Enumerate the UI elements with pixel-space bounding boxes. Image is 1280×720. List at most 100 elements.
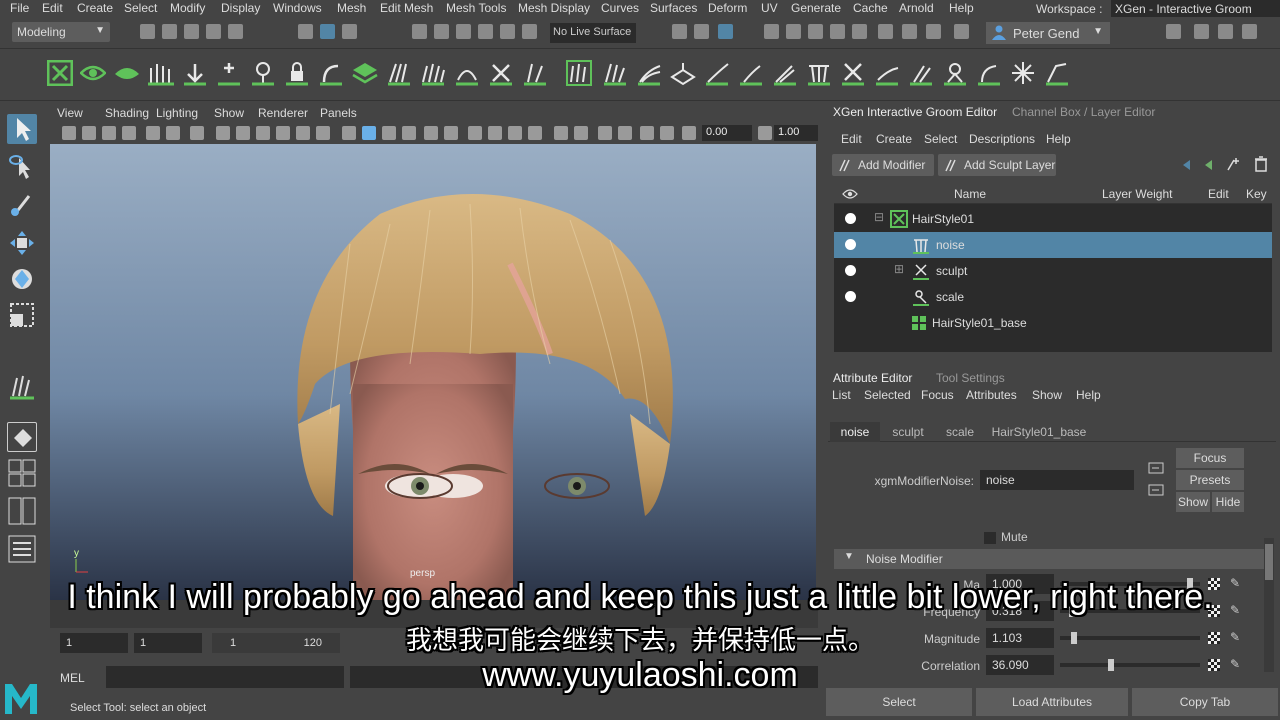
move-up-icon[interactable] — [1182, 158, 1196, 172]
safe-action-icon[interactable] — [296, 126, 310, 140]
menu-edit[interactable]: Edit — [42, 1, 63, 15]
new-scene-icon[interactable] — [140, 24, 155, 39]
groom-length-icon[interactable] — [636, 60, 662, 86]
bookmark-icon[interactable] — [102, 126, 116, 140]
xray-icon[interactable] — [402, 126, 416, 140]
rotate-tool[interactable] — [7, 264, 37, 294]
layout-single-button[interactable] — [7, 422, 37, 452]
viewport-menu-show[interactable]: Show — [214, 106, 244, 120]
gamma-icon[interactable] — [758, 126, 772, 140]
groom-density-icon[interactable] — [670, 60, 696, 86]
groom-place-icon[interactable] — [602, 60, 628, 86]
menu-arnold[interactable]: Arnold — [899, 1, 934, 15]
groom-part-icon[interactable] — [1044, 60, 1070, 86]
menu-set-select[interactable]: Modeling ▼ — [12, 22, 110, 42]
menu-select[interactable]: Select — [124, 1, 157, 15]
backface-icon[interactable] — [640, 126, 654, 140]
guide-rotate-icon[interactable] — [318, 60, 344, 86]
ipr-render-icon[interactable] — [718, 24, 733, 39]
comb-icon[interactable] — [386, 60, 412, 86]
attribute-editor-toggle-icon[interactable] — [1194, 24, 1209, 39]
menu-display[interactable]: Display — [221, 1, 260, 15]
field-chart-icon[interactable] — [276, 126, 290, 140]
show-button[interactable]: Show — [1176, 492, 1210, 512]
viewport-3d[interactable]: y persp — [50, 144, 816, 600]
paint-select-tool[interactable] — [7, 190, 37, 220]
user-account[interactable]: Peter Gend ▼ — [986, 22, 1110, 44]
snap-point-icon[interactable] — [456, 24, 471, 39]
grid-icon[interactable] — [190, 126, 204, 140]
viewport-menu-panels[interactable]: Panels — [320, 106, 357, 120]
place-guides-icon[interactable] — [148, 60, 174, 86]
groom-lift-icon[interactable] — [976, 60, 1002, 86]
exposure-field[interactable]: 0.00 — [702, 125, 752, 141]
expand-icon[interactable]: ⊞ — [894, 262, 904, 276]
color-management-icon[interactable] — [660, 126, 674, 140]
wireframe-icon[interactable] — [342, 126, 356, 140]
menu-file[interactable]: File — [10, 1, 29, 15]
brush-grab-icon[interactable] — [420, 60, 446, 86]
viewport-menu-lighting[interactable]: Lighting — [156, 106, 198, 120]
brush-freeze-icon[interactable] — [522, 60, 548, 86]
presets-button[interactable]: Presets — [1176, 470, 1244, 490]
menu-mesh-tools[interactable]: Mesh Tools — [446, 1, 506, 15]
snap-surface-icon[interactable] — [500, 24, 515, 39]
lock-icon[interactable] — [284, 60, 310, 86]
scrollbar-thumb[interactable] — [1265, 544, 1273, 580]
column-key[interactable]: Key — [1246, 187, 1267, 201]
groom-noise-icon[interactable] — [806, 60, 832, 86]
menu-windows[interactable]: Windows — [273, 1, 322, 15]
live-surface-field[interactable]: No Live Surface — [550, 23, 636, 43]
groom-scatter-icon[interactable] — [1010, 60, 1036, 86]
play-icon[interactable] — [902, 24, 917, 39]
render-icon[interactable] — [694, 24, 709, 39]
viewport-menu-renderer[interactable]: Renderer — [258, 106, 308, 120]
isolate-select-icon[interactable] — [574, 126, 588, 140]
ae-menu-selected[interactable]: Selected — [864, 388, 911, 402]
groom-clump-icon[interactable] — [738, 60, 764, 86]
brush-cut-icon[interactable] — [488, 60, 514, 86]
add-modifier-button[interactable]: Add Modifier — [832, 154, 934, 176]
snap-view-icon[interactable] — [478, 24, 493, 39]
select-tool[interactable] — [7, 114, 37, 144]
ae-menu-show[interactable]: Show — [1032, 388, 1062, 402]
xgen-editor-icon[interactable] — [47, 60, 73, 86]
move-down-icon[interactable] — [1204, 158, 1218, 172]
outliner-row-sculpt[interactable]: ⊞ sculpt — [834, 258, 1272, 284]
column-layer-weight[interactable]: Layer Weight — [1102, 187, 1172, 201]
eye-icon[interactable] — [842, 188, 858, 200]
layout-two-button[interactable] — [7, 496, 37, 526]
xgen-groom-tool[interactable] — [7, 372, 37, 402]
xgen-menu-select[interactable]: Select — [924, 132, 957, 146]
channel-box-toggle-icon[interactable] — [1242, 24, 1257, 39]
groom-cut-icon[interactable] — [840, 60, 866, 86]
outliner-row-hairstyle01-base[interactable]: HairStyle01_base — [834, 310, 1272, 336]
outliner-row-hairstyle01[interactable]: ⊟ HairStyle01 — [834, 206, 1272, 232]
xgen-menu-create[interactable]: Create — [876, 132, 912, 146]
node-tab-noise[interactable]: noise — [830, 422, 880, 442]
motion-blur-icon[interactable] — [508, 126, 522, 140]
node-tab-sculpt[interactable]: sculpt — [882, 422, 934, 442]
snap-curve-icon[interactable] — [434, 24, 449, 39]
add-hair-icon[interactable] — [216, 60, 242, 86]
snap-grid-icon[interactable] — [412, 24, 427, 39]
node-tab-scale[interactable]: scale — [936, 422, 984, 442]
xgen-menu-edit[interactable]: Edit — [841, 132, 862, 146]
modeling-toolkit-icon[interactable] — [1166, 24, 1181, 39]
two-d-pan-icon[interactable] — [146, 126, 160, 140]
xgen-menu-descriptions[interactable]: Descriptions — [969, 132, 1035, 146]
tab-xgen-groom-editor[interactable]: XGen Interactive Groom Editor — [833, 105, 997, 119]
tab-attribute-editor[interactable]: Attribute Editor — [833, 371, 912, 385]
menu-mesh-display[interactable]: Mesh Display — [518, 1, 590, 15]
groom-width-icon[interactable] — [704, 60, 730, 86]
safe-title-icon[interactable] — [316, 126, 330, 140]
grease-pencil-icon[interactable] — [166, 126, 180, 140]
groom-repel-icon[interactable] — [942, 60, 968, 86]
render-settings-icon[interactable] — [830, 24, 845, 39]
select-component-icon[interactable] — [342, 24, 357, 39]
layout-four-button[interactable] — [7, 458, 37, 488]
exposure-icon[interactable] — [682, 126, 696, 140]
wireframe-on-shaded-icon[interactable] — [382, 126, 396, 140]
add-guide-icon[interactable] — [182, 60, 208, 86]
ipr-icon[interactable] — [808, 24, 823, 39]
